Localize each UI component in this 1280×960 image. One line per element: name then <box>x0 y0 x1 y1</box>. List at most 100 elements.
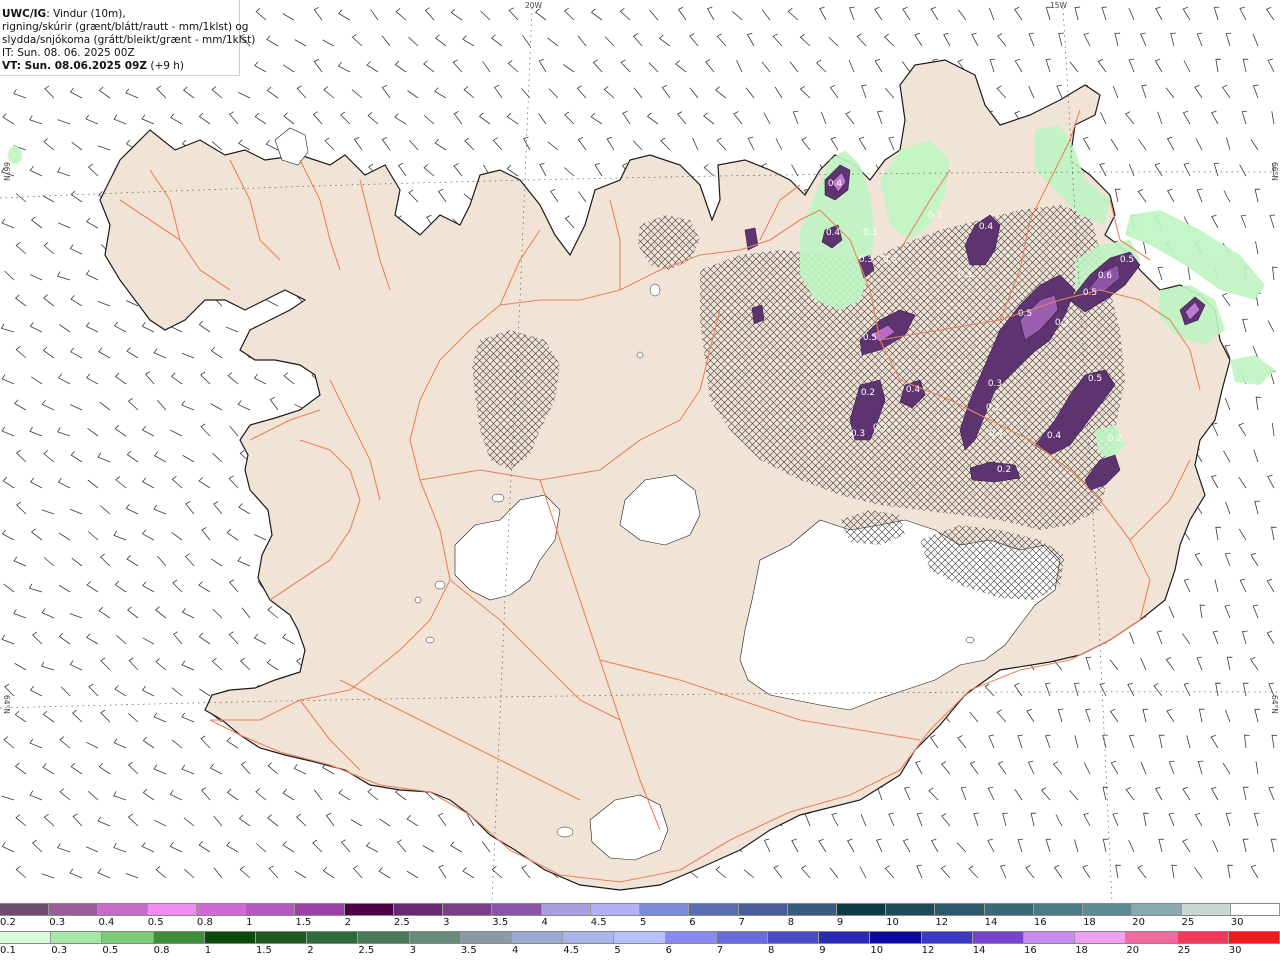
legend-tick-label: 3.5 <box>492 917 509 928</box>
legend-swatch <box>49 904 99 915</box>
legend-tick-label: 1 <box>246 917 253 928</box>
legend-swatch <box>1228 932 1280 943</box>
precip-value-label: 0.3 <box>863 228 877 238</box>
legend-swatch <box>102 932 154 943</box>
legend-swatch <box>768 932 820 943</box>
snow-legend-bar <box>0 903 1280 916</box>
legend-tick-label: 4.5 <box>563 945 580 956</box>
precip-value-label: 0.3 <box>883 255 897 265</box>
precip-value-label: 0.6 <box>1098 271 1113 281</box>
legend-swatch <box>51 932 103 943</box>
legend-tick-label: 7 <box>738 917 745 928</box>
legend-tick-label: 3.5 <box>460 945 477 956</box>
precip-value-label: 0.4 <box>979 222 994 232</box>
precip-value-label: 0.4 <box>989 429 1004 439</box>
legend-swatch <box>1083 904 1133 915</box>
legend-tick-label: 18 <box>1083 917 1096 928</box>
legend-swatch <box>972 932 1025 943</box>
lat-label-64n-left: 64°N <box>2 695 11 714</box>
weather-map[interactable]: 0.40.4 0.30.3 0.30.50.60.50.50.30.50.30.20… <box>0 0 1280 902</box>
legend-swatch <box>1230 904 1280 915</box>
legend-tick-label: 5 <box>640 917 647 928</box>
title-line-3: slydda/snjókoma (grátt/bleikt/grænt - mm… <box>2 34 256 46</box>
legend-tick-label: 3 <box>409 945 416 956</box>
legend-swatch <box>204 932 257 943</box>
precip-value-label: 0.2 <box>861 388 875 398</box>
precip-value-label: 0.2 <box>997 465 1011 475</box>
precip-value-label: 0.5 <box>1120 255 1134 265</box>
legend-swatch <box>836 904 887 915</box>
legend-swatch <box>614 932 666 943</box>
legend-tick-label: 30 <box>1230 917 1244 928</box>
legend-tick-label: 9 <box>836 917 844 928</box>
legend-tick-label: 6 <box>665 945 672 956</box>
legend-swatch <box>98 904 148 915</box>
legend-swatch <box>819 932 871 943</box>
precip-value-label: 0.3 <box>928 211 942 221</box>
legend-tick-label: 6 <box>689 917 696 928</box>
legend-swatch <box>1177 932 1229 943</box>
legend-swatch <box>1024 932 1076 943</box>
legend-tick-label: 0.1 <box>0 945 16 956</box>
rain-legend-bar <box>0 931 1280 944</box>
title-line-2: rigning/skúrir (grænt/blátt/rautt - mm/1… <box>2 21 249 33</box>
precip-value-label: 0.4 <box>906 385 921 395</box>
precip-value-label: 0.3 <box>1055 318 1069 328</box>
legend-tick-label: 9 <box>819 945 826 956</box>
precip-value-label: 0.5 <box>1083 288 1097 298</box>
legend-swatch <box>738 904 788 915</box>
init-time: IT: Sun. 08. 06. 2025 00Z <box>2 47 135 59</box>
legend-swatch <box>295 904 345 915</box>
legend-tick-label: 16 <box>1033 917 1047 928</box>
legend-tick-label: 5 <box>614 945 621 956</box>
legend-swatch <box>153 932 205 943</box>
legend-tick-label: 20 <box>1132 917 1146 928</box>
legend-swatch <box>443 904 493 915</box>
legend-tick-label: 2.5 <box>393 917 410 928</box>
legend-tick-label: 18 <box>1075 945 1088 956</box>
legend-tick-label: 3 <box>443 917 450 928</box>
legend-swatch <box>1075 932 1127 943</box>
legend-tick-label: 25 <box>1181 917 1195 928</box>
legend-tick-label: 8 <box>768 945 775 956</box>
legend-tick-label: 7 <box>716 945 724 956</box>
legend-tick-label: 2 <box>307 945 314 956</box>
rain-color-legend: 0.1 0.3 0.5 0.8 1 1.5 2 2.5 3 3.5 4 4.5 5 6 7 8 9 10 12 14 1… <box>0 931 1280 959</box>
legend-swatch <box>256 932 308 943</box>
precip-value-label: 0.5 <box>1018 309 1032 319</box>
legend-tick-label: 25 <box>1177 945 1191 956</box>
legend-swatch <box>984 904 1034 915</box>
legend-swatch <box>665 932 717 943</box>
legend-swatch <box>0 932 52 943</box>
legend-swatch <box>1132 904 1182 915</box>
legend-tick-label: 2 <box>344 917 351 928</box>
legend-tick-label: 4.5 <box>590 917 607 928</box>
lon-label-20w: 20W <box>525 1 542 10</box>
legend-swatch <box>307 932 359 943</box>
legend-tick-label: 4 <box>541 917 548 928</box>
valid-time: VT: Sun. 08.06.2025 09Z (+9 h) <box>2 60 185 72</box>
legend-swatch <box>0 904 50 915</box>
precip-value-label: 0.5 <box>863 333 877 343</box>
legend-swatch <box>935 904 985 915</box>
legend-swatch <box>147 904 197 915</box>
legend-swatch <box>246 904 296 915</box>
legend-swatch <box>787 904 837 915</box>
legend-tick-label: 30 <box>1228 945 1242 956</box>
legend-tick-label: 0.8 <box>196 917 213 928</box>
legend-swatch <box>689 904 739 915</box>
legend-tick-label: 12 <box>921 945 935 956</box>
legend-swatch <box>358 932 410 943</box>
legend-tick-label: 0.2 <box>0 917 16 928</box>
legend-tick-label: 2.5 <box>358 945 375 956</box>
legend-tick-label: 0.3 <box>51 945 68 956</box>
legend-tick-label: 12 <box>935 917 949 928</box>
legend-swatch <box>344 904 394 915</box>
legend-tick-label: 14 <box>984 917 998 928</box>
precip-value-label: 0.3 <box>873 423 887 433</box>
legend-swatch <box>563 932 615 943</box>
legend-tick-label: 1 <box>204 945 212 956</box>
precip-value-label: 0.3 <box>988 379 1002 389</box>
legend-swatch <box>196 904 247 915</box>
legend-swatch <box>541 904 591 915</box>
